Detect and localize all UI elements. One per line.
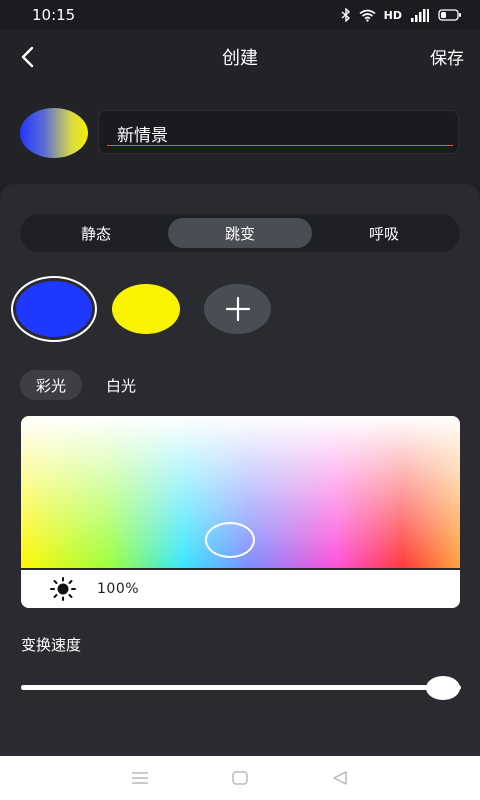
status-icons: HD (341, 8, 462, 22)
color-picker: 100% (21, 416, 460, 608)
slider-fill (21, 685, 444, 690)
tab-breath[interactable]: 呼吸 (312, 218, 456, 248)
scene-name-row (0, 84, 480, 184)
tab-white-light[interactable]: 白光 (90, 370, 152, 400)
nav-back-button[interactable] (320, 763, 360, 793)
status-bar: 10:15 HD (0, 0, 480, 30)
header: 创建 保存 (0, 30, 480, 84)
speed-label: 变换速度 (21, 636, 82, 654)
settings-panel: 静态 跳变 呼吸 彩光 白光 100% 变换速度 (0, 184, 480, 756)
page-title: 创建 (222, 48, 258, 69)
speed-slider[interactable] (21, 674, 461, 702)
back-button[interactable] (12, 40, 46, 74)
light-type-tabs: 彩光 白光 (20, 370, 152, 400)
scene-name-box (98, 110, 459, 154)
back-triangle-icon (333, 771, 347, 785)
wifi-icon (359, 9, 376, 22)
slider-thumb[interactable] (426, 676, 461, 700)
home-square-icon (232, 771, 248, 785)
brightness-value: 100% (97, 581, 140, 597)
brightness-row: 100% (21, 570, 460, 608)
tab-color-light[interactable]: 彩光 (20, 370, 83, 400)
scene-name-input[interactable] (117, 119, 453, 147)
input-underline (107, 145, 453, 146)
battery-icon (438, 9, 462, 21)
color-swatch-blue[interactable] (13, 278, 95, 340)
signal-icon (410, 8, 430, 22)
color-swatch-yellow[interactable] (112, 284, 180, 334)
save-button[interactable]: 保存 (430, 44, 464, 69)
network-label: HD (383, 8, 402, 22)
nav-menu-button[interactable] (120, 763, 160, 793)
nav-home-button[interactable] (220, 763, 260, 793)
plus-icon (225, 296, 250, 322)
add-color-button[interactable] (204, 284, 271, 334)
tab-static[interactable]: 静态 (24, 218, 168, 248)
system-nav-bar (0, 756, 480, 800)
color-picker-handle[interactable] (205, 522, 255, 558)
mode-segmented-control: 静态 跳变 呼吸 (20, 214, 460, 252)
bluetooth-icon (341, 8, 351, 22)
menu-icon (132, 772, 148, 784)
tab-jump[interactable]: 跳变 (168, 218, 312, 248)
status-time: 10:15 (32, 6, 76, 24)
sun-icon (47, 577, 79, 601)
scene-color-preview[interactable] (20, 108, 88, 158)
chevron-left-icon (21, 46, 34, 68)
